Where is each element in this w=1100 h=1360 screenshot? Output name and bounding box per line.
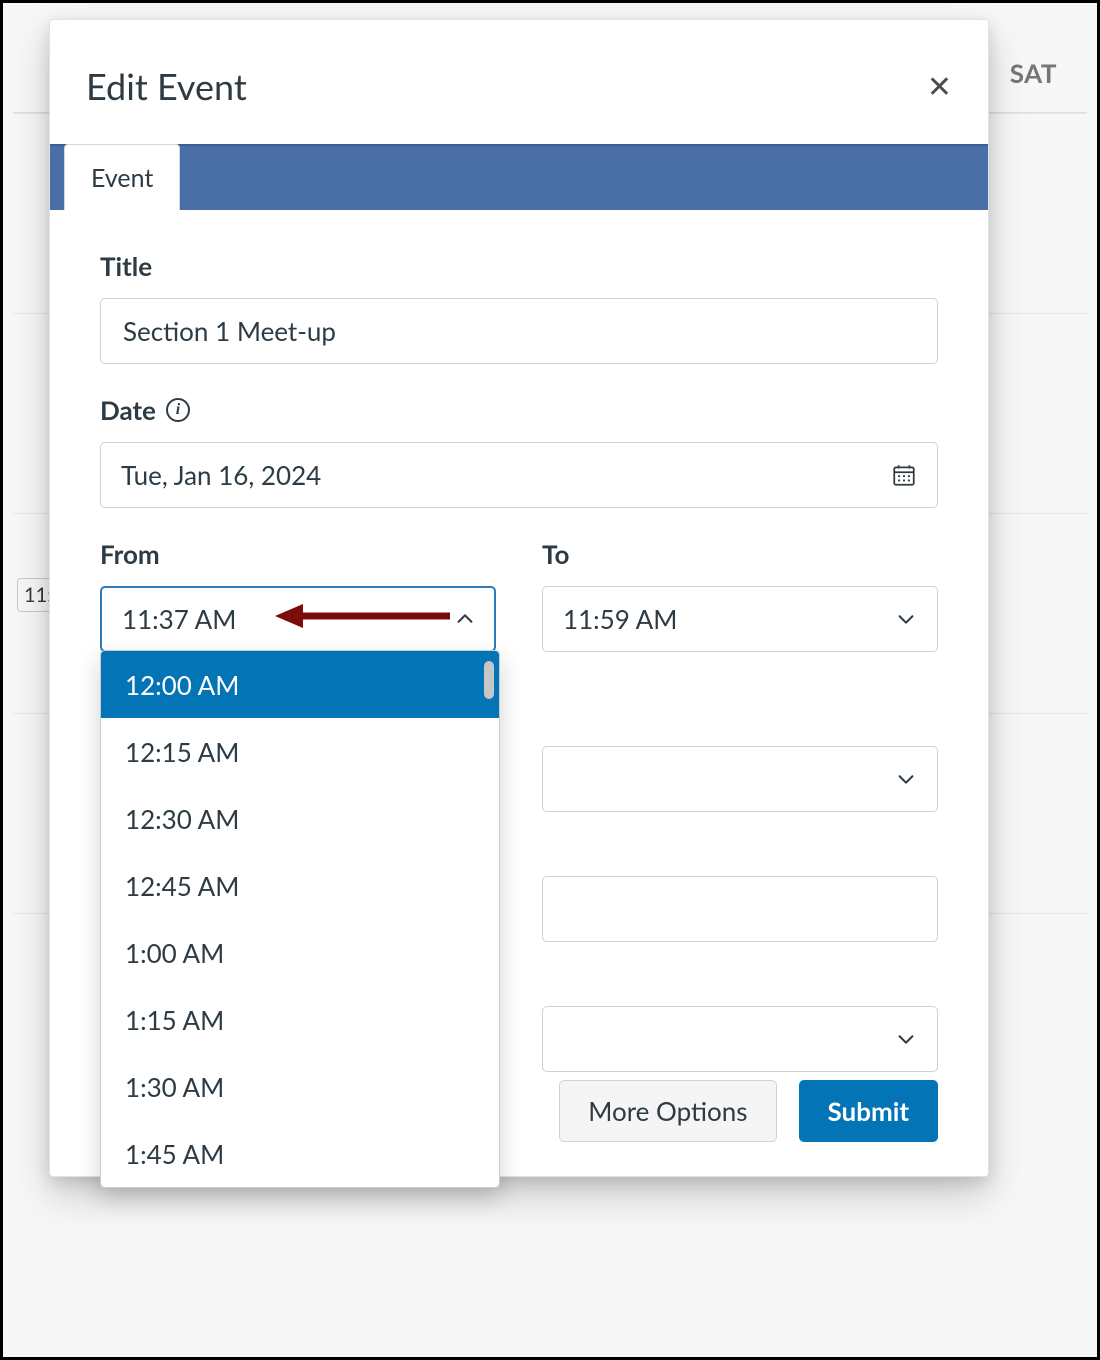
hidden-select-1[interactable] <box>542 746 938 812</box>
date-input[interactable]: Tue, Jan 16, 2024 <box>100 442 938 508</box>
to-label: To <box>542 538 938 570</box>
time-option[interactable]: 12:15 AM <box>101 718 499 785</box>
title-input[interactable] <box>100 298 938 364</box>
more-options-label: More Options <box>588 1095 747 1127</box>
tab-bar: Event <box>50 144 988 210</box>
calendar-icon <box>891 462 917 488</box>
submit-button[interactable]: Submit <box>799 1080 939 1142</box>
tab-event[interactable]: Event <box>64 144 180 210</box>
from-time-field[interactable] <box>120 602 454 636</box>
chevron-down-icon <box>895 1028 917 1050</box>
time-option[interactable]: 12:45 AM <box>101 852 499 919</box>
from-time-dropdown[interactable]: 12:00 AM 12:15 AM 12:30 AM 12:45 AM 1:00… <box>100 650 500 1188</box>
info-icon[interactable]: i <box>166 398 190 422</box>
time-option[interactable]: 1:45 AM <box>101 1120 499 1187</box>
to-time-value: 11:59 AM <box>563 603 677 635</box>
from-label: From <box>100 538 496 570</box>
date-value: Tue, Jan 16, 2024 <box>121 459 321 491</box>
edit-event-modal: Edit Event ✕ Event Title Date i <box>49 19 989 1177</box>
from-time-input[interactable] <box>100 586 496 652</box>
time-option[interactable]: 1:30 AM <box>101 1053 499 1120</box>
chevron-up-icon <box>454 608 476 630</box>
close-icon[interactable]: ✕ <box>927 71 952 101</box>
time-option[interactable]: 12:30 AM <box>101 785 499 852</box>
title-label: Title <box>100 250 938 282</box>
chevron-down-icon <box>895 768 917 790</box>
hidden-input-1[interactable] <box>542 876 938 942</box>
scrollbar-thumb[interactable] <box>484 661 494 699</box>
time-option[interactable]: 1:00 AM <box>101 919 499 986</box>
time-option[interactable]: 1:15 AM <box>101 986 499 1053</box>
to-time-input[interactable]: 11:59 AM <box>542 586 938 652</box>
title-input-field[interactable] <box>121 314 917 348</box>
modal-title: Edit Event <box>86 64 247 108</box>
time-option[interactable]: 12:00 AM <box>101 651 499 718</box>
chevron-down-icon <box>895 608 917 630</box>
submit-label: Submit <box>828 1095 910 1127</box>
more-options-button[interactable]: More Options <box>559 1080 776 1142</box>
hidden-select-2[interactable] <box>542 1006 938 1072</box>
tab-event-label: Event <box>91 163 153 193</box>
date-label: Date <box>100 394 156 426</box>
